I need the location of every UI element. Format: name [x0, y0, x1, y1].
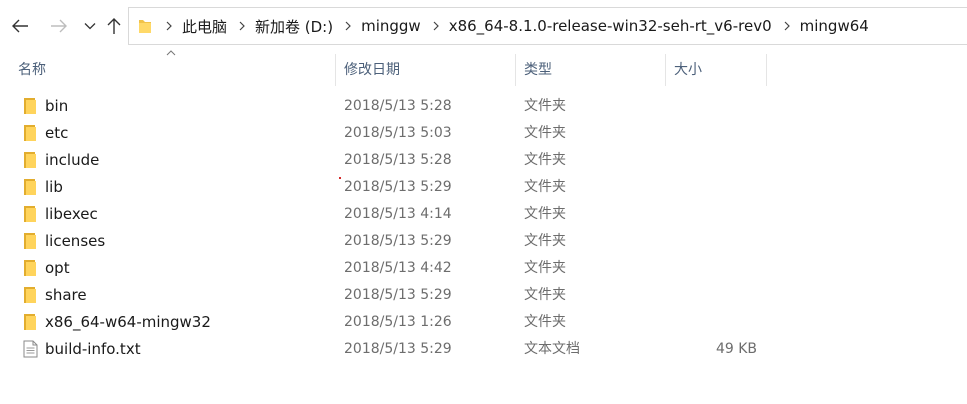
file-modified: 2018/5/13 5:29	[344, 341, 452, 357]
file-size	[667, 120, 757, 147]
file-row[interactable]: libexec 2018/5/13 4:14 文件夹	[0, 201, 967, 228]
breadcrumb: 此电脑 新加卷 (D:) minggw x86_64-8.1.0-release…	[138, 8, 869, 44]
file-row[interactable]: include 2018/5/13 5:28 文件夹	[0, 147, 967, 174]
chevron-right-icon	[166, 21, 172, 31]
file-modified: 2018/5/13 5:28	[344, 152, 452, 168]
forward-button[interactable]	[47, 14, 71, 38]
file-type: 文件夹	[524, 152, 566, 168]
file-row[interactable]: lib 2018/5/13 5:29 文件夹	[0, 174, 967, 201]
folder-icon	[24, 98, 36, 114]
folder-icon	[139, 20, 151, 33]
file-size	[667, 282, 757, 309]
column-header-name[interactable]: 名称	[18, 54, 335, 86]
recent-locations-button[interactable]	[78, 14, 102, 38]
file-name: etc	[45, 124, 69, 142]
breadcrumb-drive-d[interactable]: 新加卷 (D:)	[255, 16, 333, 37]
address-field[interactable]: 此电脑 新加卷 (D:) minggw x86_64-8.1.0-release…	[128, 7, 967, 45]
breadcrumb-separator[interactable]	[166, 21, 172, 31]
column-divider[interactable]	[335, 54, 336, 86]
folder-icon	[24, 314, 36, 330]
file-size	[667, 201, 757, 228]
file-type: 文件夹	[524, 179, 566, 195]
file-modified: 2018/5/13 4:14	[344, 206, 452, 222]
file-size	[667, 255, 757, 282]
column-header-row: 名称 修改日期 类型 大小	[0, 50, 967, 86]
chevron-right-icon	[433, 21, 439, 31]
file-name: share	[45, 286, 87, 304]
file-size	[667, 174, 757, 201]
file-row[interactable]: build-info.txt 2018/5/13 5:29 文本文档 49 KB	[0, 336, 967, 363]
folder-icon	[24, 125, 36, 141]
file-name: build-info.txt	[45, 340, 141, 358]
back-button[interactable]	[8, 14, 32, 38]
chevron-right-icon	[239, 21, 245, 31]
address-bar: 此电脑 新加卷 (D:) minggw x86_64-8.1.0-release…	[0, 0, 967, 54]
column-header-modified[interactable]: 修改日期	[344, 54, 514, 86]
file-type: 文件夹	[524, 125, 566, 141]
folder-icon	[24, 179, 36, 195]
file-modified: 2018/5/13 5:29	[344, 179, 452, 195]
column-divider[interactable]	[665, 54, 666, 86]
chevron-down-icon	[84, 23, 96, 30]
file-size	[667, 93, 757, 120]
folder-icon	[24, 260, 36, 276]
file-row[interactable]: x86_64-w64-mingw32 2018/5/13 1:26 文件夹	[0, 309, 967, 336]
file-row[interactable]: opt 2018/5/13 4:42 文件夹	[0, 255, 967, 282]
file-modified: 2018/5/13 5:29	[344, 287, 452, 303]
file-type: 文本文档	[524, 341, 580, 357]
file-name: opt	[45, 259, 70, 277]
folder-icon	[24, 152, 36, 168]
file-size	[667, 228, 757, 255]
file-name: include	[45, 151, 100, 169]
breadcrumb-minggw[interactable]: minggw	[361, 17, 421, 35]
file-row[interactable]: licenses 2018/5/13 5:29 文件夹	[0, 228, 967, 255]
arrow-up-icon	[107, 18, 121, 34]
chevron-right-icon	[784, 21, 790, 31]
file-row[interactable]: etc 2018/5/13 5:03 文件夹	[0, 120, 967, 147]
arrow-right-icon	[51, 19, 67, 33]
file-type: 文件夹	[524, 98, 566, 114]
breadcrumb-separator[interactable]	[433, 21, 439, 31]
file-size	[667, 147, 757, 174]
file-name: x86_64-w64-mingw32	[45, 313, 211, 331]
folder-icon	[24, 287, 36, 303]
file-modified: 2018/5/13 1:26	[344, 314, 452, 330]
breadcrumb-separator[interactable]	[239, 21, 245, 31]
folder-icon	[24, 206, 36, 222]
column-header-size[interactable]: 大小	[674, 54, 764, 86]
file-name: lib	[45, 178, 63, 196]
file-row[interactable]: share 2018/5/13 5:29 文件夹	[0, 282, 967, 309]
breadcrumb-separator[interactable]	[784, 21, 790, 31]
file-type: 文件夹	[524, 260, 566, 276]
file-name: bin	[45, 97, 69, 115]
column-header-type[interactable]: 类型	[524, 54, 664, 86]
text-file-icon	[23, 340, 38, 358]
file-row[interactable]: bin 2018/5/13 5:28 文件夹	[0, 93, 967, 120]
file-size	[667, 309, 757, 336]
file-type: 文件夹	[524, 287, 566, 303]
file-modified: 2018/5/13 5:03	[344, 125, 452, 141]
file-modified: 2018/5/13 5:29	[344, 233, 452, 249]
file-type: 文件夹	[524, 233, 566, 249]
chevron-right-icon	[345, 21, 351, 31]
folder-icon	[24, 233, 36, 249]
file-name: libexec	[45, 205, 98, 223]
breadcrumb-this-pc[interactable]: 此电脑	[182, 16, 227, 37]
file-type: 文件夹	[524, 206, 566, 222]
column-divider[interactable]	[766, 54, 767, 86]
file-modified: 2018/5/13 4:42	[344, 260, 452, 276]
up-button[interactable]	[102, 14, 126, 38]
file-name: licenses	[45, 232, 106, 250]
file-size: 49 KB	[715, 341, 757, 357]
file-type: 文件夹	[524, 314, 566, 330]
breadcrumb-separator[interactable]	[345, 21, 351, 31]
arrow-left-icon	[12, 19, 28, 33]
breadcrumb-mingw64[interactable]: mingw64	[800, 17, 869, 35]
file-modified: 2018/5/13 5:28	[344, 98, 452, 114]
breadcrumb-release[interactable]: x86_64-8.1.0-release-win32-seh-rt_v6-rev…	[449, 17, 772, 35]
column-divider[interactable]	[515, 54, 516, 86]
